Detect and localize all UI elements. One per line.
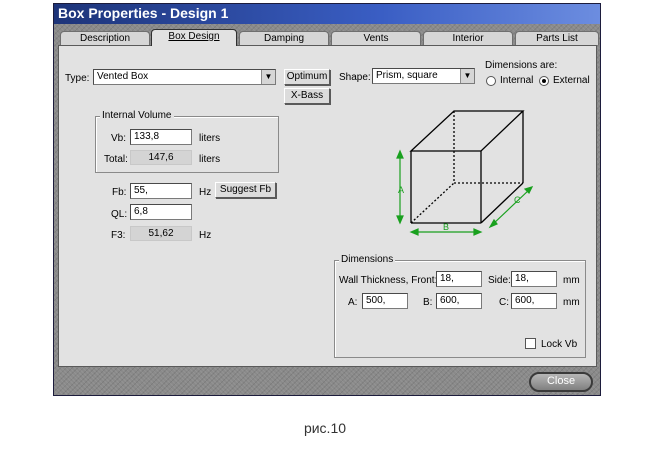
shape-label: Shape: <box>339 72 371 83</box>
vb-input[interactable]: 133,8 <box>130 129 192 145</box>
chevron-down-icon[interactable]: ▼ <box>460 69 474 83</box>
a-input[interactable]: 500, <box>362 293 408 309</box>
a-label: A: <box>348 297 358 308</box>
c-input[interactable]: 600, <box>511 293 557 309</box>
c-label: C: <box>499 297 509 308</box>
vb-unit: liters <box>199 133 221 144</box>
box-properties-window: Box Properties - Design 1 Description Bo… <box>53 3 601 396</box>
dims-unit: mm <box>563 297 580 308</box>
shape-select[interactable]: Prism, square ▼ <box>372 68 475 84</box>
b-label: B: <box>423 297 433 308</box>
suggest-fb-button[interactable]: Suggest Fb <box>215 182 276 198</box>
wall-front-input[interactable]: 18, <box>436 271 482 287</box>
dim-label-b: B <box>443 222 449 232</box>
total-label: Total: <box>104 154 128 165</box>
ql-input[interactable]: 6,8 <box>130 204 192 220</box>
f3-value: 51,62 <box>130 226 192 241</box>
fb-input[interactable]: 55, <box>130 183 192 199</box>
side-label: Side: <box>488 275 511 286</box>
figure-caption: рис.10 <box>303 420 347 436</box>
b-input[interactable]: 600, <box>436 293 482 309</box>
ql-label: QL: <box>111 209 128 220</box>
optimum-button[interactable]: Optimum <box>284 69 330 85</box>
type-value: Vented Box <box>97 71 149 82</box>
lock-vb-label: Lock Vb <box>541 339 578 350</box>
f3-label: F3: <box>111 230 126 241</box>
total-unit: liters <box>199 154 221 165</box>
box-design-panel: Type: Vented Box ▼ Optimum X-Bass Shape:… <box>58 45 597 367</box>
dim-label-a: A <box>398 185 404 195</box>
radio-selected-dot <box>542 79 546 83</box>
wall-front-label: Wall Thickness, Front: <box>339 275 438 286</box>
internal-radio[interactable] <box>486 76 496 86</box>
tab-vents[interactable]: Vents <box>331 31 421 45</box>
x-bass-button[interactable]: X-Bass <box>284 88 330 104</box>
close-button[interactable]: Close <box>529 372 593 392</box>
side-input[interactable]: 18, <box>511 271 557 287</box>
lock-vb-checkbox[interactable] <box>525 338 536 349</box>
tab-interior[interactable]: Interior <box>423 31 513 45</box>
fb-label: Fb: <box>112 187 127 198</box>
tab-box-design[interactable]: Box Design <box>151 29 237 46</box>
external-label: External <box>553 75 590 86</box>
f3-unit: Hz <box>199 230 212 241</box>
side-unit: mm <box>563 275 580 286</box>
total-value: 147,6 <box>130 150 192 165</box>
internal-volume-title: Internal Volume <box>100 110 174 121</box>
dimensions-title: Dimensions <box>339 254 396 265</box>
box-diagram: A B C <box>396 110 534 236</box>
tab-damping[interactable]: Damping <box>239 31 329 45</box>
external-radio[interactable] <box>539 76 549 86</box>
title-bar[interactable]: Box Properties - Design 1 <box>54 4 600 24</box>
vb-label: Vb: <box>111 133 127 144</box>
window-title: Box Properties - Design 1 <box>58 5 229 21</box>
shape-value: Prism, square <box>376 70 438 81</box>
type-select[interactable]: Vented Box ▼ <box>93 69 276 85</box>
internal-label: Internal <box>500 75 534 86</box>
tab-parts-list[interactable]: Parts List <box>515 31 599 45</box>
type-label: Type: <box>65 73 90 84</box>
fb-unit: Hz <box>199 187 212 198</box>
box-wireframe <box>409 110 525 224</box>
chevron-down-icon[interactable]: ▼ <box>261 70 275 84</box>
dimensions-are-label: Dimensions are: <box>485 60 558 71</box>
dim-label-c: C <box>514 195 521 205</box>
tab-description[interactable]: Description <box>60 31 150 45</box>
